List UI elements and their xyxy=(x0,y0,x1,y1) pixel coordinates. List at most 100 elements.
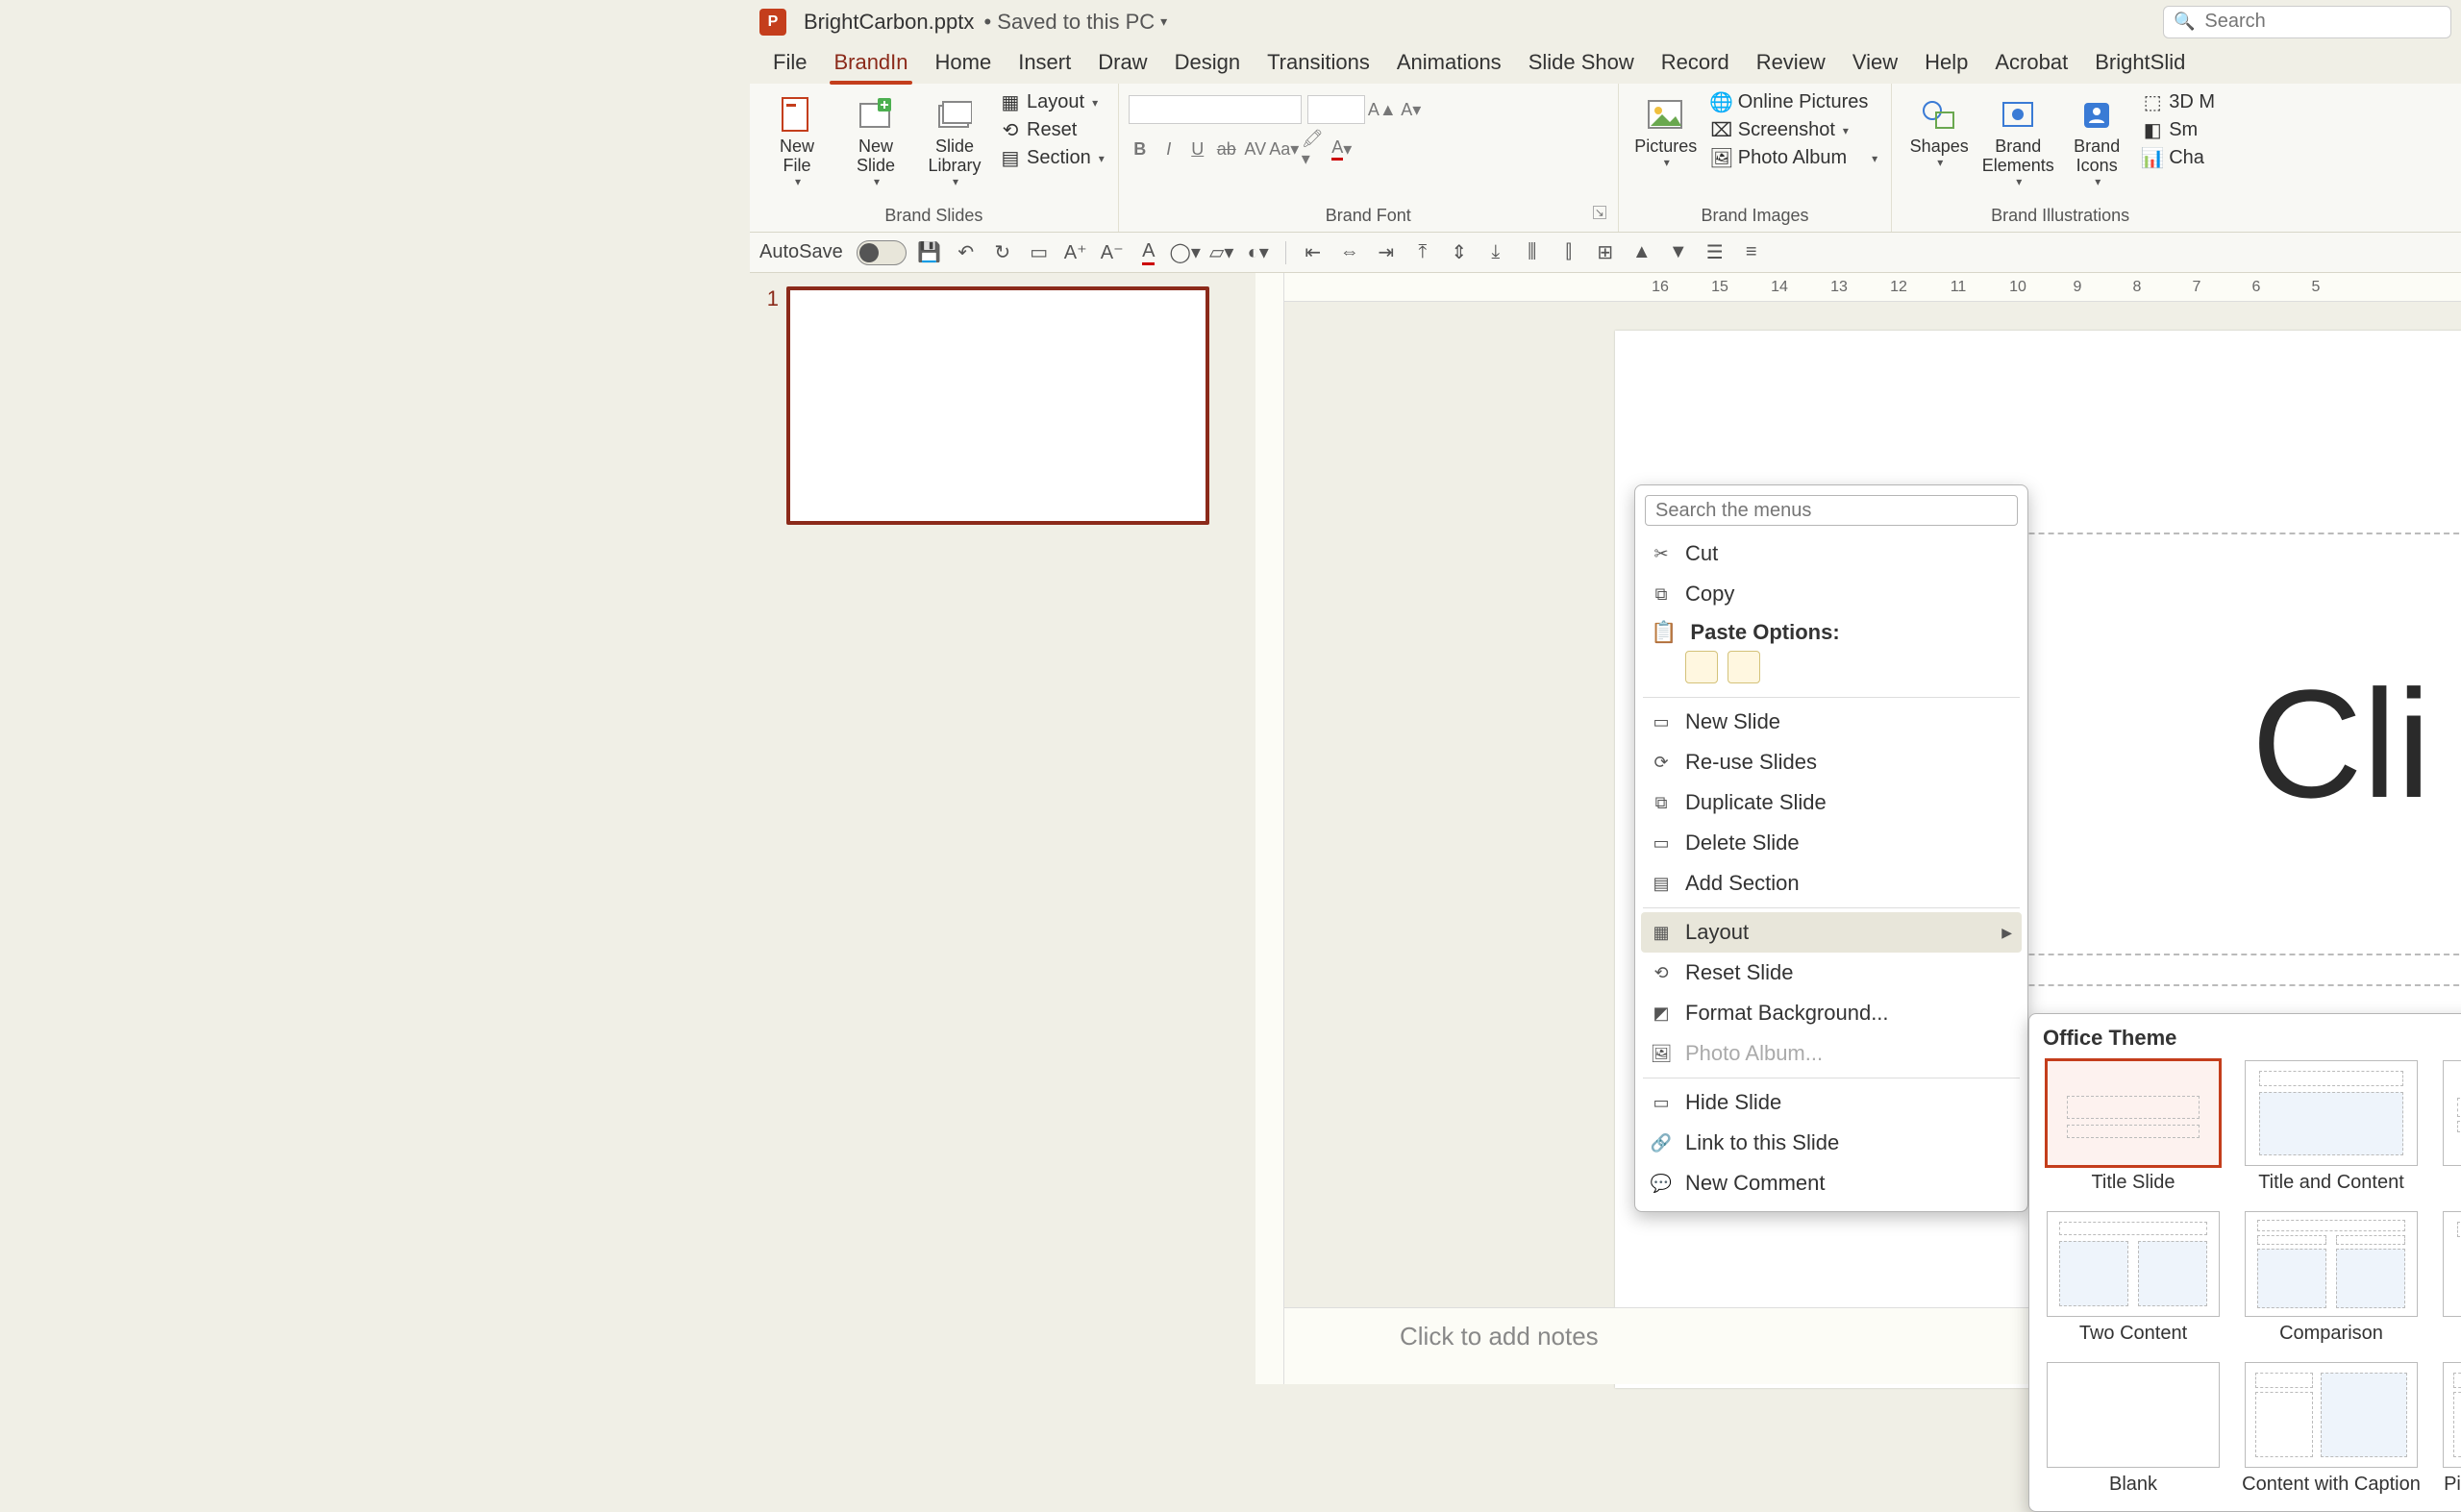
tab-help[interactable]: Help xyxy=(1911,42,1981,83)
3d-models-button[interactable]: ⬚3D M xyxy=(2138,89,2219,115)
section-button[interactable]: ▤Section▾ xyxy=(996,145,1108,171)
tab-design[interactable]: Design xyxy=(1161,42,1254,83)
layout-button[interactable]: ▦Layout▾ xyxy=(996,89,1108,115)
brand-icons-button[interactable]: Brand Icons▾ xyxy=(2059,89,2134,192)
font-color-icon[interactable]: A xyxy=(1135,239,1162,266)
decrease-font-icon[interactable]: A⁻ xyxy=(1099,239,1126,266)
ctx-new-comment[interactable]: 💬New Comment xyxy=(1641,1163,2022,1203)
menu-search[interactable] xyxy=(1645,495,2018,526)
screenshot-button[interactable]: ⌧Screenshot▾ xyxy=(1707,117,1881,143)
tab-draw[interactable]: Draw xyxy=(1084,42,1160,83)
tab-brightslide[interactable]: BrightSlid xyxy=(2081,42,2199,83)
search-input[interactable] xyxy=(2204,11,2459,33)
shapes-button[interactable]: Shapes▾ xyxy=(1902,89,1976,173)
reset-button[interactable]: ⟲Reset xyxy=(996,117,1108,143)
distribute-v-icon[interactable]: ⫿ xyxy=(1555,239,1582,266)
brand-elements-button[interactable]: Brand Elements▾ xyxy=(1980,89,2055,192)
slide-thumbnail-1[interactable] xyxy=(786,286,1209,525)
tab-slideshow[interactable]: Slide Show xyxy=(1515,42,1648,83)
textbox-icon[interactable]: ▭ xyxy=(1026,239,1053,266)
layout-title-and-content[interactable]: Title and Content xyxy=(2241,1060,2422,1194)
font-color-button[interactable]: A▾ xyxy=(1330,137,1354,161)
layout-title-only[interactable]: Title Only xyxy=(2439,1211,2461,1345)
distribute-h-icon[interactable]: ⫼ xyxy=(1519,239,1546,266)
layout-blank[interactable]: Blank xyxy=(2043,1362,2224,1496)
align-top-icon[interactable]: ⤒ xyxy=(1409,239,1436,266)
chart-button[interactable]: 📊Cha xyxy=(2138,145,2219,171)
group-icon[interactable]: ⊞ xyxy=(1592,239,1619,266)
dialog-launcher-icon[interactable]: ↘ xyxy=(1593,206,1606,219)
smartart-button[interactable]: ◧Sm xyxy=(2138,117,2219,143)
ctx-new-slide[interactable]: ▭New Slide xyxy=(1641,702,2022,742)
align-middle-icon[interactable]: ⇕ xyxy=(1446,239,1473,266)
change-case-button[interactable]: Aa▾ xyxy=(1273,137,1296,161)
layout-two-content[interactable]: Two Content xyxy=(2043,1211,2224,1345)
ctx-cut[interactable]: ✂Cut xyxy=(1641,533,2022,574)
online-pictures-button[interactable]: 🌐Online Pictures xyxy=(1707,89,1881,115)
ctx-link-to-slide[interactable]: 🔗Link to this Slide xyxy=(1641,1123,2022,1163)
tab-file[interactable]: File xyxy=(759,42,820,83)
slide-thumbnails-pane[interactable]: 1 xyxy=(750,273,1250,1384)
paste-picture[interactable] xyxy=(1728,651,1760,683)
ctx-layout[interactable]: ▦Layout▶ xyxy=(1641,912,2022,953)
font-family-combo[interactable] xyxy=(1129,95,1302,124)
strike-button[interactable]: ab xyxy=(1215,137,1238,161)
selection-pane-icon[interactable]: ☰ xyxy=(1702,239,1728,266)
paste-use-destination-theme[interactable] xyxy=(1685,651,1718,683)
slide-library-button[interactable]: Slide Library▾ xyxy=(917,89,992,192)
underline-button[interactable]: U xyxy=(1186,137,1209,161)
save-status[interactable]: • Saved to this PC xyxy=(978,10,1155,35)
photo-album-button[interactable]: 🖼Photo Album▾ xyxy=(1707,145,1881,171)
shape-fill-icon[interactable]: ◯▾ xyxy=(1172,239,1199,266)
tab-record[interactable]: Record xyxy=(1648,42,1743,83)
ctx-reuse-slides[interactable]: ⟳Re-use Slides xyxy=(1641,742,2022,782)
new-file-button[interactable]: New File▾ xyxy=(759,89,834,192)
increase-font-icon[interactable]: A⁺ xyxy=(1062,239,1089,266)
increase-font-icon[interactable]: A▲ xyxy=(1371,98,1394,121)
align-right-icon[interactable]: ⇥ xyxy=(1373,239,1400,266)
ctx-add-section[interactable]: ▤Add Section xyxy=(1641,863,2022,904)
align-left-icon[interactable]: ⇤ xyxy=(1300,239,1327,266)
bold-button[interactable]: B xyxy=(1129,137,1152,161)
align-bottom-icon[interactable]: ⤓ xyxy=(1482,239,1509,266)
ctx-hide-slide[interactable]: ▭Hide Slide xyxy=(1641,1082,2022,1123)
bring-forward-icon[interactable]: ▲ xyxy=(1628,239,1655,266)
tab-acrobat[interactable]: Acrobat xyxy=(1981,42,2081,83)
tab-insert[interactable]: Insert xyxy=(1005,42,1084,83)
char-spacing-button[interactable]: AV xyxy=(1244,137,1267,161)
ctx-duplicate-slide[interactable]: ⧉Duplicate Slide xyxy=(1641,782,2022,823)
search-box[interactable]: 🔍 xyxy=(2163,6,2451,38)
shape-outline-icon[interactable]: ▱▾ xyxy=(1208,239,1235,266)
ctx-reset-slide[interactable]: ⟲Reset Slide xyxy=(1641,953,2022,993)
layout-title-slide[interactable]: Title Slide xyxy=(2043,1060,2224,1194)
shape-effects-icon[interactable]: ◐▾ xyxy=(1245,239,1272,266)
ctx-delete-slide[interactable]: ▭Delete Slide xyxy=(1641,823,2022,863)
save-icon[interactable]: 💾 xyxy=(916,239,943,266)
align-center-icon[interactable]: ⇔ xyxy=(1336,239,1363,266)
align-objects-icon[interactable]: ≡ xyxy=(1738,239,1765,266)
undo-icon[interactable]: ↶ xyxy=(953,239,980,266)
tab-animations[interactable]: Animations xyxy=(1383,42,1515,83)
layout-content-with-caption[interactable]: Content with Caption xyxy=(2241,1362,2422,1496)
tab-home[interactable]: Home xyxy=(922,42,1006,83)
ctx-copy[interactable]: ⧉Copy xyxy=(1641,574,2022,614)
pictures-button[interactable]: Pictures▾ xyxy=(1628,89,1703,173)
tab-transitions[interactable]: Transitions xyxy=(1254,42,1383,83)
new-slide-button[interactable]: New Slide▾ xyxy=(838,89,913,192)
italic-button[interactable]: I xyxy=(1157,137,1181,161)
layout-comparison[interactable]: Comparison xyxy=(2241,1211,2422,1345)
redo-icon[interactable]: ↻ xyxy=(989,239,1016,266)
chevron-down-icon[interactable]: ▾ xyxy=(1160,13,1167,30)
decrease-font-icon[interactable]: A▾ xyxy=(1400,98,1423,121)
tab-review[interactable]: Review xyxy=(1743,42,1839,83)
tab-brandin[interactable]: BrandIn xyxy=(820,42,921,83)
layout-picture-with-caption[interactable]: 🖼 Picture with Caption xyxy=(2439,1362,2461,1496)
layout-section-header[interactable]: Section Header xyxy=(2439,1060,2461,1194)
send-backward-icon[interactable]: ▼ xyxy=(1665,239,1692,266)
ctx-format-background[interactable]: ◩Format Background... xyxy=(1641,993,2022,1033)
highlight-button[interactable]: 🖍▾ xyxy=(1302,137,1325,161)
font-size-combo[interactable] xyxy=(1307,95,1365,124)
tab-view[interactable]: View xyxy=(1839,42,1911,83)
menu-search-input[interactable] xyxy=(1645,495,2018,526)
autosave-toggle[interactable] xyxy=(857,240,907,265)
